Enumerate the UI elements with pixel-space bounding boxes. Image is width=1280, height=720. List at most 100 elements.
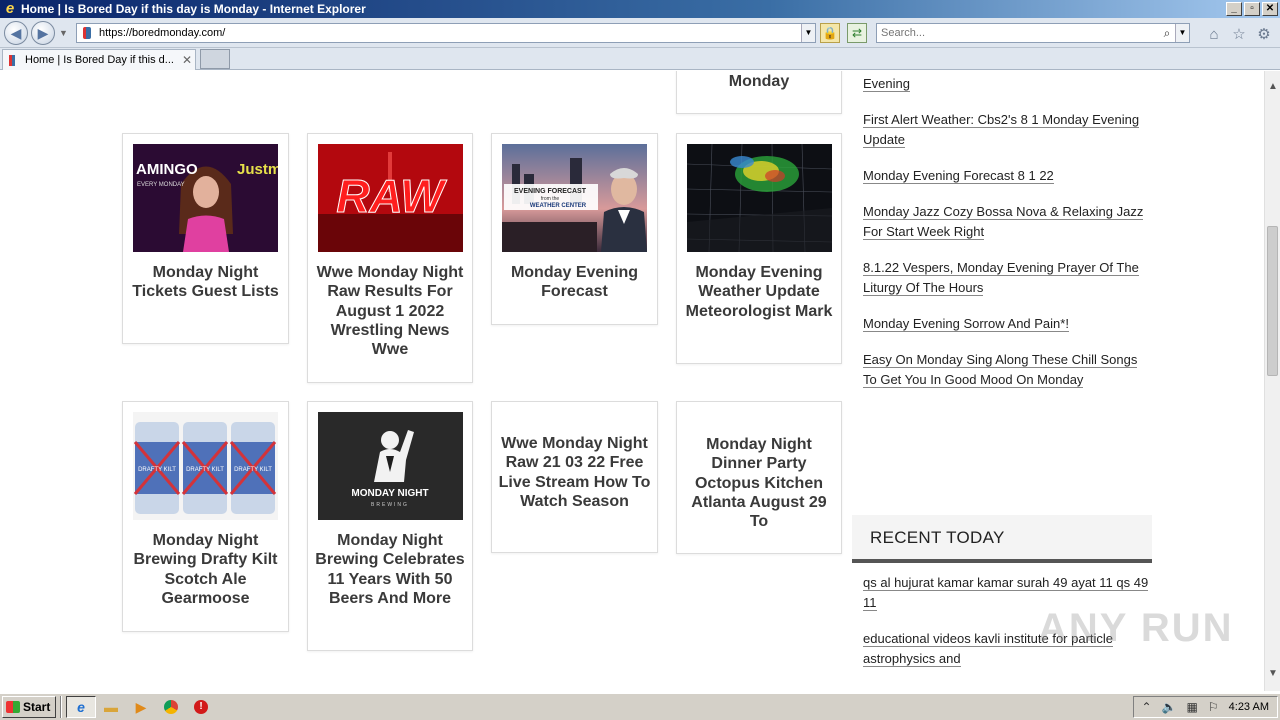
forward-button[interactable]: ▶ (31, 21, 55, 45)
internet-explorer-icon: e (5, 0, 15, 17)
radar-map-image (687, 144, 832, 252)
restore-button[interactable]: ▫ (1244, 2, 1260, 16)
post-title[interactable]: Monday Night Dinner Party Octopus Kitche… (683, 435, 835, 531)
tab-strip: Home | Is Bored Day if this d... ✕ (0, 48, 1280, 70)
scroll-down-icon[interactable]: ▼ (1268, 668, 1278, 679)
address-bar[interactable]: https://boredmonday.com/ ▼ (76, 23, 816, 43)
stop-icon[interactable]: ! (186, 696, 216, 718)
tab-home[interactable]: Home | Is Bored Day if this d... ✕ (2, 49, 196, 70)
post-title[interactable]: Wwe Monday Night Raw 21 03 22 Free Live … (498, 434, 651, 511)
post-title[interactable]: Wwe Monday Night Raw Results For August … (314, 263, 466, 359)
minimize-button[interactable]: _ (1226, 2, 1242, 16)
windows-logo-icon (6, 701, 20, 713)
thumb-text: DRAFTY KILT (234, 467, 272, 473)
tray-expand-icon[interactable]: ⌃ (1142, 700, 1152, 714)
tab-label[interactable]: Home | Is Bored Day if this d... (25, 54, 179, 66)
post-title[interactable]: Monday Night Brewing Celebrates 11 Years… (314, 531, 466, 608)
vertical-scrollbar[interactable]: ▲ ▼ (1264, 71, 1280, 691)
recent-link-partial[interactable] (863, 685, 1153, 691)
sidebar-link[interactable]: Monday Evening Forecast 8 1 22 (863, 166, 1153, 186)
tab-favicon-icon (9, 54, 15, 66)
file-explorer-icon[interactable]: ▬ (96, 696, 126, 718)
lock-icon[interactable]: 🔒 (820, 23, 840, 43)
window-title-bar: e Home | Is Bored Day if this day is Mon… (0, 0, 1280, 18)
post-card[interactable]: Monday Evening Weather Update Meteorolog… (676, 133, 842, 364)
search-input[interactable] (877, 27, 1159, 39)
sidebar-link[interactable]: Monday Evening Sorrow And Pain*! (863, 314, 1153, 334)
tab-close-icon[interactable]: ✕ (179, 53, 195, 67)
back-button[interactable]: ◀ (4, 21, 28, 45)
chrome-icon[interactable] (156, 696, 186, 718)
post-title[interactable]: Monday (683, 72, 835, 91)
start-button[interactable]: Start (2, 696, 56, 718)
post-card[interactable]: Wwe Monday Night Raw 21 03 22 Free Live … (491, 401, 658, 553)
recent-today-heading: RECENT TODAY (852, 515, 1152, 563)
network-icon[interactable]: ▦ (1187, 700, 1198, 714)
thumb-text: EVERY MONDAY (137, 182, 185, 188)
scroll-thumb[interactable] (1267, 226, 1278, 376)
post-title[interactable]: Monday Evening Forecast (498, 263, 651, 302)
city-forecast-image: EVENING FORECAST from the WEATHER CENTER (502, 144, 647, 252)
post-card[interactable]: MONDAY NIGHT BREWING Monday Night Brewin… (307, 401, 473, 651)
woman-pink-image: AMINGO Justm EVERY MONDAY (133, 144, 278, 252)
sidebar-link[interactable]: Evening (863, 74, 1153, 94)
sidebar-link[interactable]: Easy On Monday Sing Along These Chill So… (863, 350, 1153, 390)
post-thumbnail[interactable]: DRAFTY KILT DRAFTY KILT DRAFTY KILT (133, 412, 278, 520)
start-label: Start (23, 700, 51, 714)
scroll-up-icon[interactable]: ▲ (1268, 81, 1278, 92)
post-card[interactable]: Monday (676, 71, 842, 114)
post-card[interactable]: EVENING FORECAST from the WEATHER CENTER… (491, 133, 658, 325)
post-title[interactable]: Monday Night Brewing Drafty Kilt Scotch … (129, 531, 282, 608)
sidebar-link[interactable]: 8.1.22 Vespers, Monday Evening Prayer Of… (863, 258, 1153, 298)
thumb-text: DRAFTY KILT (138, 467, 176, 473)
thumb-text: RAW (336, 170, 447, 222)
post-card[interactable]: RAW Wwe Monday Night Raw Results For Aug… (307, 133, 473, 383)
post-thumbnail[interactable]: EVENING FORECAST from the WEATHER CENTER (502, 144, 647, 252)
address-toolbar: ◀ ▶ ▼ https://boredmonday.com/ ▼ 🔒 ⇄ ⌕ ▼… (0, 18, 1280, 48)
search-icon[interactable]: ⌕ (1159, 26, 1175, 41)
thumb-text: WEATHER CENTER (530, 203, 587, 209)
taskbar-separator (60, 696, 62, 718)
refresh-icon[interactable]: ⇄ (847, 23, 867, 43)
action-center-flag-icon[interactable]: ⚐ (1208, 700, 1219, 714)
address-dropdown-icon[interactable]: ▼ (801, 24, 815, 42)
page-content: Monday AMINGO Justm EVERY MONDAY Monday … (0, 71, 1264, 691)
gear-icon[interactable]: ⚙ (1255, 26, 1273, 44)
search-box[interactable]: ⌕ ▼ (876, 23, 1190, 43)
search-dropdown-icon[interactable]: ▼ (1175, 24, 1189, 42)
url-text[interactable]: https://boredmonday.com/ (99, 27, 801, 39)
post-card[interactable]: AMINGO Justm EVERY MONDAY Monday Night T… (122, 133, 289, 344)
internet-explorer-taskbar-icon[interactable]: e (66, 696, 96, 718)
post-title[interactable]: Monday Night Tickets Guest Lists (129, 263, 282, 302)
thumb-text: BREWING (371, 502, 409, 508)
post-thumbnail[interactable]: RAW (318, 144, 463, 252)
site-favicon-icon (83, 27, 91, 39)
raw-logo-image: RAW (318, 144, 463, 252)
post-card[interactable]: DRAFTY KILT DRAFTY KILT DRAFTY KILT Mond… (122, 401, 289, 632)
sidebar-link[interactable]: Monday Jazz Cozy Bossa Nova & Relaxing J… (863, 202, 1153, 242)
post-thumbnail[interactable] (687, 144, 832, 252)
home-icon[interactable]: ⌂ (1205, 26, 1223, 44)
anyrun-watermark: ANY RUN (1038, 606, 1234, 650)
post-card[interactable]: Monday Night Dinner Party Octopus Kitche… (676, 401, 842, 554)
history-dropdown-icon[interactable]: ▼ (59, 28, 68, 38)
volume-icon[interactable]: 🔈 (1162, 700, 1177, 714)
favorites-star-icon[interactable]: ☆ (1230, 26, 1248, 44)
post-title[interactable]: Monday Evening Weather Update Meteorolog… (683, 263, 835, 321)
thumb-text: EVENING FORECAST (514, 188, 587, 195)
system-tray: ⌃ 🔈 ▦ ⚐ 4:23 AM (1132, 696, 1278, 718)
recent-heading-text: RECENT TODAY (870, 528, 1005, 547)
post-thumbnail[interactable]: MONDAY NIGHT BREWING (318, 412, 463, 520)
thumb-text: Justm (237, 161, 278, 178)
post-thumbnail[interactable]: AMINGO Justm EVERY MONDAY (133, 144, 278, 252)
beer-cans-image: DRAFTY KILT DRAFTY KILT DRAFTY KILT (133, 412, 278, 520)
thumb-text: AMINGO (136, 161, 198, 178)
media-player-icon[interactable]: ▶ (126, 696, 156, 718)
taskbar: Start e ▬ ▶ ! ⌃ 🔈 ▦ ⚐ 4:23 AM (0, 692, 1280, 720)
window-title: Home | Is Bored Day if this day is Monda… (21, 2, 366, 16)
close-button[interactable]: ✕ (1262, 2, 1278, 16)
sidebar-link[interactable]: First Alert Weather: Cbs2's 8 1 Monday E… (863, 110, 1153, 150)
new-tab-button[interactable] (200, 49, 230, 69)
clock[interactable]: 4:23 AM (1229, 701, 1269, 713)
brewing-logo-image: MONDAY NIGHT BREWING (318, 412, 463, 520)
